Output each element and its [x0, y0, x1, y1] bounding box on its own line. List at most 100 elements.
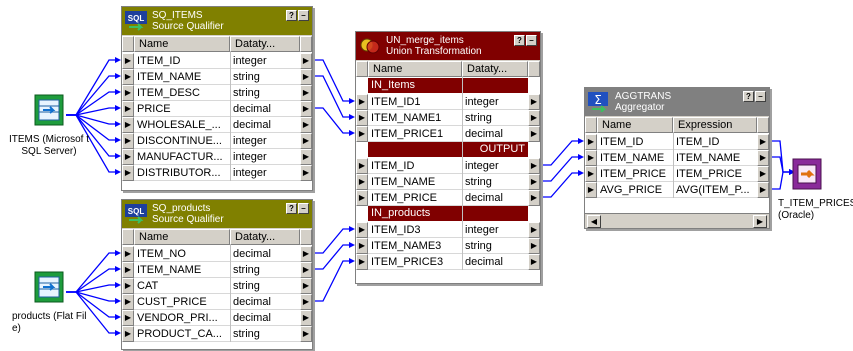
port-input-selector[interactable]: ▶	[122, 262, 134, 278]
qualifier-to-union-link[interactable]	[313, 228, 350, 254]
target-node[interactable]: T_ITEM_PRICES (Oracle)	[778, 158, 853, 222]
port-row[interactable]: ▶ ITEM_ID3 integer ▶	[356, 222, 540, 238]
port-row[interactable]: ▶ CAT string ▶	[122, 278, 312, 294]
port-row[interactable]: ▶ ITEM_NO decimal ▶	[122, 246, 312, 262]
port-input-selector[interactable]: ▶	[356, 110, 368, 126]
port-input-selector[interactable]: ▶	[356, 158, 368, 174]
port-row[interactable]: ▶ ITEM_NAME string ▶	[356, 174, 540, 190]
port-output-selector[interactable]: ▶	[300, 53, 312, 69]
port-row[interactable]: ▶ VENDOR_PRI... decimal ▶	[122, 310, 312, 326]
port-output-selector[interactable]: ▶	[300, 117, 312, 133]
port-output-selector[interactable]: ▶	[528, 126, 540, 142]
port-input-selector[interactable]: ▶	[122, 117, 134, 133]
port-output-selector[interactable]: ▶	[528, 110, 540, 126]
port-row[interactable]: ▶ PRODUCT_CA... string ▶	[122, 326, 312, 342]
port-input-selector[interactable]: ▶	[122, 246, 134, 262]
port-output-selector[interactable]: ▶	[300, 165, 312, 181]
union-to-aggregator-link[interactable]	[541, 172, 579, 198]
port-output-selector[interactable]: ▶	[300, 133, 312, 149]
port-input-selector[interactable]: ▶	[122, 326, 134, 342]
port-output-selector[interactable]: ▶	[757, 182, 769, 198]
port-output-selector[interactable]: ▶	[300, 85, 312, 101]
port-row[interactable]: ▶ ITEM_NAME ITEM_NAME ▶	[585, 150, 769, 166]
port-row[interactable]: ▶ ITEM_PRICE decimal ▶	[356, 190, 540, 206]
union-to-aggregator-link[interactable]	[541, 156, 579, 182]
port-input-selector[interactable]: ▶	[122, 101, 134, 117]
scroll-left-icon[interactable]: ◀	[587, 215, 601, 228]
port-input-selector[interactable]: ▶	[122, 278, 134, 294]
port-row[interactable]: ▶ ITEM_DESC string ▶	[122, 85, 312, 101]
port-input-selector[interactable]: ▶	[356, 174, 368, 190]
port-output-selector[interactable]: ▶	[300, 294, 312, 310]
port-output-selector[interactable]: ▶	[757, 166, 769, 182]
help-icon[interactable]: ?	[514, 35, 525, 46]
port-row[interactable]: ▶ DISTRIBUTOR... integer ▶	[122, 165, 312, 181]
minimize-icon[interactable]: –	[526, 35, 537, 46]
port-input-selector[interactable]: ▶	[122, 310, 134, 326]
aggregator-transformation[interactable]: Σ AGGTRANS Aggregator ? – Name Expression ▶…	[584, 87, 770, 229]
qualifier-to-union-link[interactable]	[313, 59, 350, 102]
aggregator-title-bar[interactable]: Σ AGGTRANS Aggregator ? –	[585, 88, 769, 116]
port-input-selector[interactable]: ▶	[356, 222, 368, 238]
port-input-selector[interactable]: ▶	[122, 149, 134, 165]
help-icon[interactable]: ?	[286, 203, 297, 214]
port-group-header[interactable]: IN_products	[368, 206, 528, 221]
port-input-selector[interactable]: ▶	[122, 53, 134, 69]
help-icon[interactable]: ?	[286, 10, 297, 21]
port-row[interactable]: ▶ ITEM_ID integer ▶	[356, 158, 540, 174]
port-row[interactable]: ▶ WHOLESALE_... decimal ▶	[122, 117, 312, 133]
port-output-selector[interactable]: ▶	[300, 69, 312, 85]
port-output-selector[interactable]: ▶	[528, 190, 540, 206]
port-group-header[interactable]: IN_Items	[368, 78, 528, 93]
port-output-selector[interactable]: ▶	[300, 310, 312, 326]
port-row[interactable]: ▶ MANUFACTUR... integer ▶	[122, 149, 312, 165]
port-input-selector[interactable]: ▶	[356, 126, 368, 142]
port-output-selector[interactable]: ▶	[300, 101, 312, 117]
port-row[interactable]: ▶ ITEM_NAME string ▶	[122, 262, 312, 278]
help-icon[interactable]: ?	[743, 91, 754, 102]
port-input-selector[interactable]: ▶	[585, 166, 597, 182]
port-row[interactable]: ▶ CUST_PRICE decimal ▶	[122, 294, 312, 310]
port-row[interactable]: ▶ ITEM_NAME3 string ▶	[356, 238, 540, 254]
port-output-selector[interactable]: ▶	[528, 174, 540, 190]
column-header-name[interactable]: Name	[368, 61, 462, 77]
port-output-selector[interactable]: ▶	[300, 278, 312, 294]
port-group-header[interactable]: OUTPUT	[368, 142, 528, 157]
minimize-icon[interactable]: –	[298, 203, 309, 214]
port-input-selector[interactable]: ▶	[585, 150, 597, 166]
port-output-selector[interactable]: ▶	[528, 254, 540, 270]
port-input-selector[interactable]: ▶	[356, 190, 368, 206]
port-output-selector[interactable]: ▶	[757, 134, 769, 150]
column-header-name[interactable]: Name	[597, 117, 673, 133]
port-output-selector[interactable]: ▶	[300, 149, 312, 165]
port-input-selector[interactable]: ▶	[122, 294, 134, 310]
column-header-name[interactable]: Name	[134, 229, 230, 245]
qualifier-to-union-link[interactable]	[313, 260, 350, 302]
port-row[interactable]: ▶ ITEM_PRICE1 decimal ▶	[356, 126, 540, 142]
port-output-selector[interactable]: ▶	[528, 94, 540, 110]
source-items-node[interactable]: ITEMS (Microsof t SQL Server)	[4, 94, 94, 158]
port-row[interactable]: ▶ PRICE decimal ▶	[122, 101, 312, 117]
port-row[interactable]: ▶ ITEM_ID1 integer ▶	[356, 94, 540, 110]
port-output-selector[interactable]: ▶	[300, 326, 312, 342]
port-output-selector[interactable]: ▶	[300, 246, 312, 262]
port-row[interactable]: ▶ ITEM_ID integer ▶	[122, 53, 312, 69]
sq-products-transformation[interactable]: SQL SQ_products Source Qualifier ? – Name…	[121, 199, 313, 350]
port-output-selector[interactable]: ▶	[300, 262, 312, 278]
column-header-name[interactable]: Name	[134, 36, 230, 52]
port-output-selector[interactable]: ▶	[528, 158, 540, 174]
minimize-icon[interactable]: –	[755, 91, 766, 102]
port-row[interactable]: ▶ ITEM_NAME1 string ▶	[356, 110, 540, 126]
port-input-selector[interactable]: ▶	[122, 133, 134, 149]
column-header-secondary[interactable]: Expression	[673, 117, 757, 133]
minimize-icon[interactable]: –	[298, 10, 309, 21]
port-input-selector[interactable]: ▶	[356, 254, 368, 270]
port-output-selector[interactable]: ▶	[528, 238, 540, 254]
port-input-selector[interactable]: ▶	[585, 134, 597, 150]
source-products-node[interactable]: products (Flat Fil e)	[4, 271, 94, 335]
sq-products-title-bar[interactable]: SQL SQ_products Source Qualifier ? –	[122, 200, 312, 228]
port-row[interactable]: ▶ ITEM_PRICE3 decimal ▶	[356, 254, 540, 270]
horizontal-scrollbar[interactable]: ◀ ▶	[585, 213, 769, 228]
port-row[interactable]: ▶ ITEM_PRICE ITEM_PRICE ▶	[585, 166, 769, 182]
port-input-selector[interactable]: ▶	[122, 85, 134, 101]
